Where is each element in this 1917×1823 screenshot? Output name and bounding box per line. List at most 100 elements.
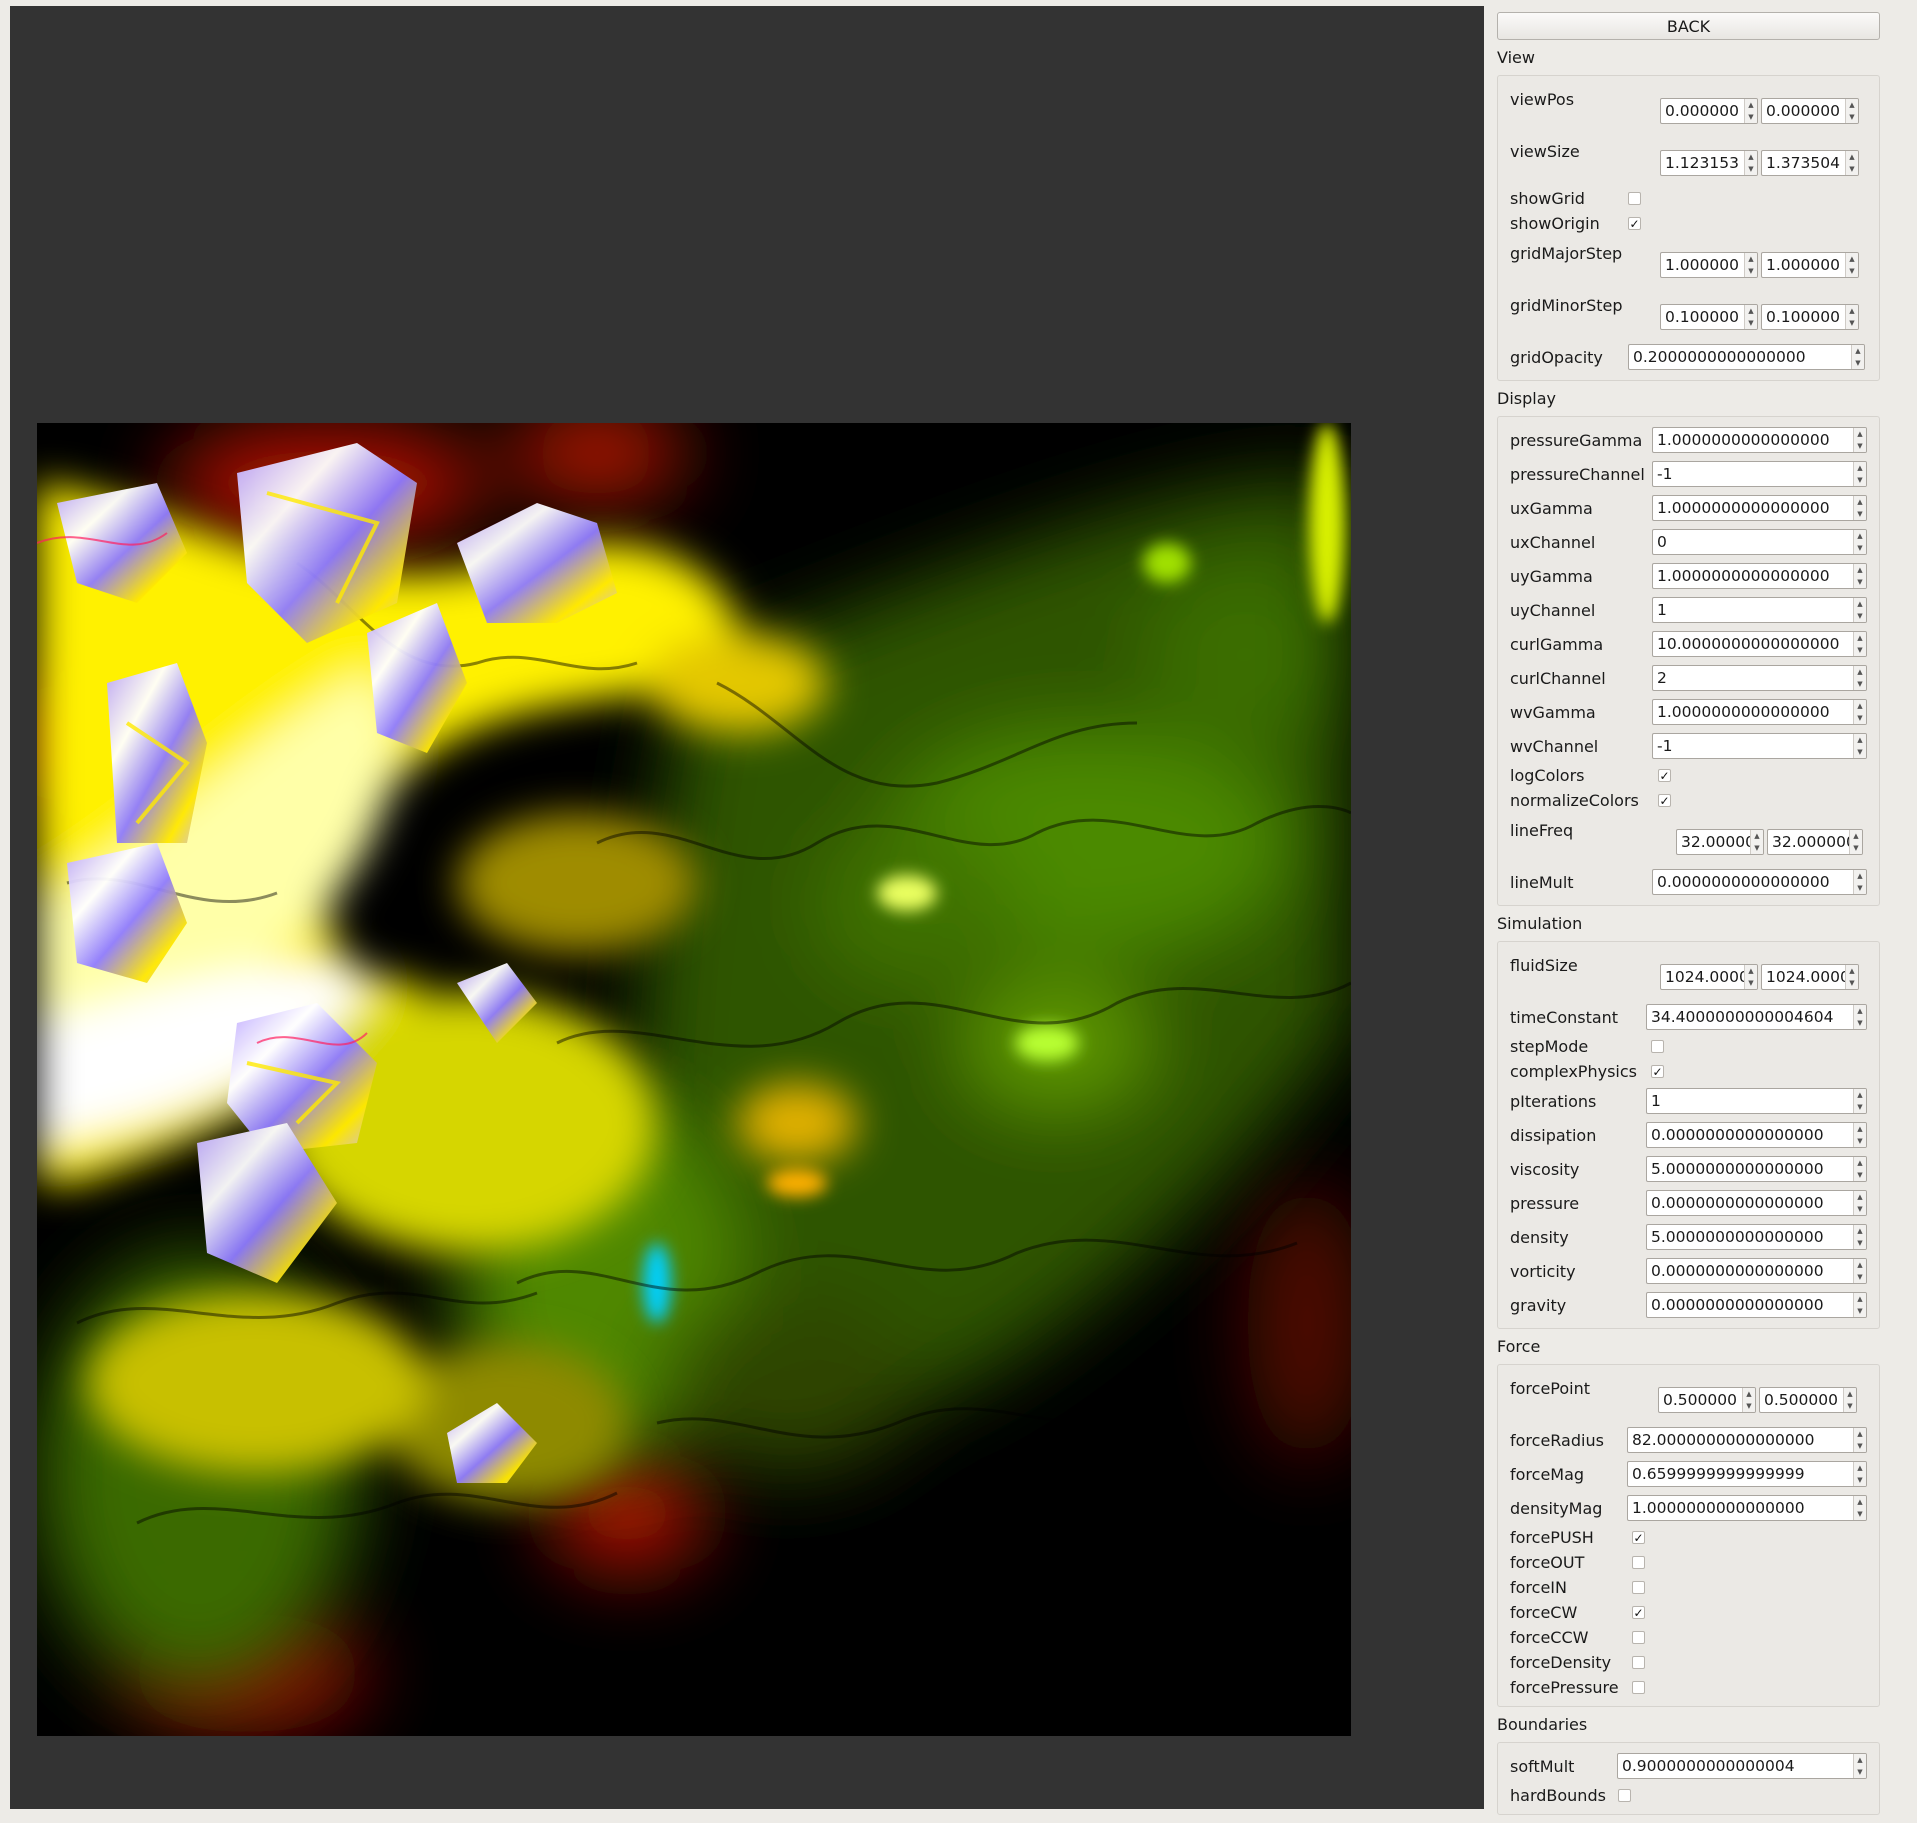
spin-down-icon[interactable]: ▼ — [1751, 842, 1763, 854]
pressuregamma-input[interactable]: 1.0000000000000000 ▲ ▼ — [1652, 427, 1867, 453]
spin-up-icon[interactable]: ▲ — [1745, 253, 1757, 265]
spin-down-icon[interactable]: ▼ — [1854, 1440, 1866, 1452]
forcepoint-y-input[interactable]: 0.500000 ▲ ▼ — [1759, 1387, 1857, 1413]
spin-down-icon[interactable]: ▼ — [1854, 678, 1866, 690]
forceccw-checkbox[interactable] — [1632, 1631, 1645, 1644]
spin-up-icon[interactable]: ▲ — [1854, 1462, 1866, 1474]
spin-up-icon[interactable]: ▲ — [1846, 965, 1858, 977]
gridopacity-input[interactable]: 0.2000000000000000 ▲ ▼ — [1628, 344, 1865, 370]
piterations-input[interactable]: 1 ▲ ▼ — [1646, 1088, 1867, 1114]
spin-down-icon[interactable]: ▼ — [1854, 1135, 1866, 1147]
spin-down-icon[interactable]: ▼ — [1854, 576, 1866, 588]
spin-up-icon[interactable]: ▲ — [1854, 1225, 1866, 1237]
linemult-input[interactable]: 0.0000000000000000 ▲ ▼ — [1652, 869, 1867, 895]
spin-up-icon[interactable]: ▲ — [1854, 530, 1866, 542]
spin-up-icon[interactable]: ▲ — [1854, 428, 1866, 440]
spin-down-icon[interactable]: ▼ — [1854, 542, 1866, 554]
forcepoint-x-input[interactable]: 0.500000 ▲ ▼ — [1658, 1387, 1756, 1413]
viscosity-input[interactable]: 5.0000000000000000 ▲ ▼ — [1646, 1156, 1867, 1182]
spin-down-icon[interactable]: ▼ — [1854, 882, 1866, 894]
spin-down-icon[interactable]: ▼ — [1745, 163, 1757, 175]
spin-down-icon[interactable]: ▼ — [1745, 317, 1757, 329]
spin-up-icon[interactable]: ▲ — [1854, 1428, 1866, 1440]
showorigin-checkbox[interactable]: ✓ — [1628, 217, 1641, 230]
showgrid-checkbox[interactable] — [1628, 192, 1641, 205]
fluidsize-x-input[interactable]: 1024.000000▲▼ — [1660, 964, 1758, 990]
forceradius-input[interactable]: 82.0000000000000000 ▲ ▼ — [1627, 1427, 1867, 1453]
stepmode-checkbox[interactable] — [1651, 1040, 1664, 1053]
spin-up-icon[interactable]: ▲ — [1854, 462, 1866, 474]
spin-up-icon[interactable]: ▲ — [1846, 99, 1858, 111]
spin-up-icon[interactable]: ▲ — [1854, 1293, 1866, 1305]
hardbounds-checkbox[interactable] — [1618, 1789, 1631, 1802]
viewsize-x-input[interactable]: 1.123153 ▲ ▼ — [1660, 150, 1758, 176]
gridminorstep-x-input[interactable]: 0.100000 ▲ ▼ — [1660, 304, 1758, 330]
spin-down-icon[interactable]: ▼ — [1852, 357, 1864, 369]
spin-down-icon[interactable]: ▼ — [1854, 610, 1866, 622]
forceout-checkbox[interactable] — [1632, 1556, 1645, 1569]
dissipation-input[interactable]: 0.0000000000000000 ▲ ▼ — [1646, 1122, 1867, 1148]
uxgamma-input[interactable]: 1.0000000000000000 ▲ ▼ — [1652, 495, 1867, 521]
spin-up-icon[interactable]: ▲ — [1850, 830, 1862, 842]
normalizecolors-checkbox[interactable]: ✓ — [1658, 794, 1671, 807]
wvgamma-input[interactable]: 1.0000000000000000 ▲ ▼ — [1652, 699, 1867, 725]
spin-down-icon[interactable]: ▼ — [1850, 842, 1862, 854]
spin-down-icon[interactable]: ▼ — [1844, 1400, 1856, 1412]
spin-down-icon[interactable]: ▼ — [1846, 977, 1858, 989]
fluid-simulation-canvas[interactable] — [37, 423, 1351, 1736]
vorticity-input[interactable]: 0.0000000000000000 ▲ ▼ — [1646, 1258, 1867, 1284]
spin-up-icon[interactable]: ▲ — [1854, 598, 1866, 610]
forcedensity-checkbox[interactable] — [1632, 1656, 1645, 1669]
spin-up-icon[interactable]: ▲ — [1745, 151, 1757, 163]
spin-up-icon[interactable]: ▲ — [1745, 99, 1757, 111]
forcemag-input[interactable]: 0.6599999999999999 ▲ ▼ — [1627, 1461, 1867, 1487]
spin-down-icon[interactable]: ▼ — [1854, 1474, 1866, 1486]
density-input[interactable]: 5.0000000000000000 ▲ ▼ — [1646, 1224, 1867, 1250]
forcepush-checkbox[interactable]: ✓ — [1632, 1531, 1645, 1544]
spin-down-icon[interactable]: ▼ — [1846, 265, 1858, 277]
spin-up-icon[interactable]: ▲ — [1846, 305, 1858, 317]
spin-down-icon[interactable]: ▼ — [1854, 1766, 1866, 1778]
spin-up-icon[interactable]: ▲ — [1743, 1388, 1755, 1400]
spin-down-icon[interactable]: ▼ — [1745, 265, 1757, 277]
gridmajorstep-y-input[interactable]: 1.000000 ▲ ▼ — [1761, 252, 1859, 278]
spin-up-icon[interactable]: ▲ — [1745, 965, 1757, 977]
spin-down-icon[interactable]: ▼ — [1854, 1017, 1866, 1029]
spin-down-icon[interactable]: ▼ — [1854, 1508, 1866, 1520]
pressurechannel-input[interactable]: -1 ▲ ▼ — [1652, 461, 1867, 487]
gridmajorstep-x-input[interactable]: 1.000000 ▲ ▼ — [1660, 252, 1758, 278]
uychannel-input[interactable]: 1 ▲ ▼ — [1652, 597, 1867, 623]
spin-down-icon[interactable]: ▼ — [1745, 977, 1757, 989]
wvchannel-input[interactable]: -1 ▲ ▼ — [1652, 733, 1867, 759]
spin-down-icon[interactable]: ▼ — [1854, 644, 1866, 656]
spin-up-icon[interactable]: ▲ — [1751, 830, 1763, 842]
curlgamma-input[interactable]: 10.0000000000000000 ▲ ▼ — [1652, 631, 1867, 657]
spin-down-icon[interactable]: ▼ — [1846, 317, 1858, 329]
viewpos-x-input[interactable]: 0.000000 ▲ ▼ — [1660, 98, 1758, 124]
spin-down-icon[interactable]: ▼ — [1854, 1101, 1866, 1113]
uygamma-input[interactable]: 1.0000000000000000 ▲ ▼ — [1652, 563, 1867, 589]
spin-up-icon[interactable]: ▲ — [1844, 1388, 1856, 1400]
forcecw-checkbox[interactable]: ✓ — [1632, 1606, 1645, 1619]
spin-down-icon[interactable]: ▼ — [1854, 1203, 1866, 1215]
spin-up-icon[interactable]: ▲ — [1854, 1496, 1866, 1508]
complexphysics-checkbox[interactable]: ✓ — [1651, 1065, 1664, 1078]
pressure-input[interactable]: 0.0000000000000000 ▲ ▼ — [1646, 1190, 1867, 1216]
linefreq-y-input[interactable]: 32.000000 ▲ ▼ — [1767, 829, 1863, 855]
spin-down-icon[interactable]: ▼ — [1854, 712, 1866, 724]
spin-down-icon[interactable]: ▼ — [1854, 508, 1866, 520]
spin-up-icon[interactable]: ▲ — [1854, 1754, 1866, 1766]
spin-up-icon[interactable]: ▲ — [1854, 1157, 1866, 1169]
spin-up-icon[interactable]: ▲ — [1854, 870, 1866, 882]
spin-up-icon[interactable]: ▲ — [1745, 305, 1757, 317]
spin-down-icon[interactable]: ▼ — [1854, 440, 1866, 452]
gravity-input[interactable]: 0.0000000000000000 ▲ ▼ — [1646, 1292, 1867, 1318]
spin-down-icon[interactable]: ▼ — [1854, 746, 1866, 758]
spin-down-icon[interactable]: ▼ — [1846, 111, 1858, 123]
forcepressure-checkbox[interactable] — [1632, 1681, 1645, 1694]
spin-down-icon[interactable]: ▼ — [1854, 1237, 1866, 1249]
spin-up-icon[interactable]: ▲ — [1846, 253, 1858, 265]
spin-down-icon[interactable]: ▼ — [1854, 1169, 1866, 1181]
forcein-checkbox[interactable] — [1632, 1581, 1645, 1594]
spin-up-icon[interactable]: ▲ — [1852, 345, 1864, 357]
